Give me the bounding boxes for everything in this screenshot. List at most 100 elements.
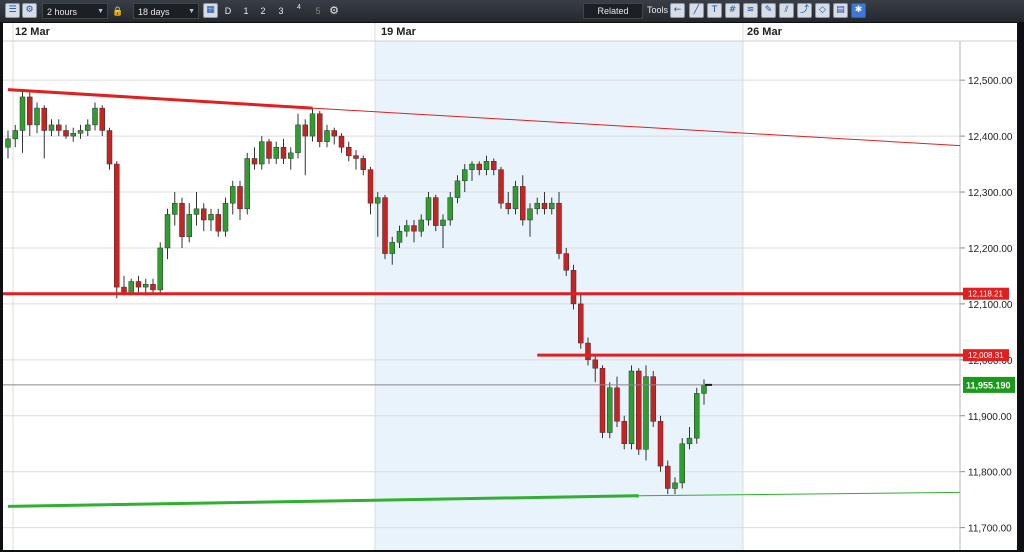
wrench-icon[interactable]: ✱	[851, 3, 866, 18]
candle	[186, 203, 192, 243]
candle	[106, 127, 113, 170]
y-tick-label: 11,800.00	[968, 468, 1012, 479]
gear-icon[interactable]: ⚙	[327, 3, 341, 19]
settings-icon[interactable]: ⚙	[22, 3, 37, 18]
candle	[5, 130, 11, 159]
bullish-candle-body	[404, 225, 410, 232]
bearish-candle-body	[556, 202, 562, 254]
bearish-candle-body	[599, 367, 606, 433]
y-tick-label: 12,300.00	[968, 188, 1013, 199]
lock-icon[interactable]: 🔒	[112, 3, 124, 19]
period-1-button[interactable]: 1	[240, 3, 252, 19]
candle	[48, 119, 55, 137]
bullish-candle-body	[230, 186, 236, 204]
bullish-candle-body	[447, 197, 453, 221]
related-button[interactable]: Related	[583, 3, 643, 19]
bearish-candle-body	[636, 370, 642, 450]
grid-tool-icon[interactable]: #	[725, 3, 740, 18]
bullish-candle-body	[462, 169, 468, 182]
candle	[70, 127, 76, 142]
arrow-left-icon[interactable]: ←	[670, 3, 685, 18]
candle	[367, 166, 374, 215]
candle	[34, 102, 40, 134]
print-icon[interactable]: ▤	[833, 3, 848, 18]
chevron-down-icon: ▼	[97, 8, 104, 15]
bullish-candle-body	[288, 152, 294, 159]
bearish-candle-body	[505, 202, 511, 210]
resistance-trendline[interactable]	[7, 88, 313, 110]
bearish-candle-body	[541, 202, 548, 210]
bearish-candle-body	[215, 214, 221, 232]
bullish-candle-body	[186, 214, 192, 238]
candle	[56, 119, 62, 137]
price-chart[interactable]: 12 Mar 19 Mar 26 Mar 12,500.00 12,400.00…	[2, 22, 1018, 551]
y-tick-label: 12,500.00	[968, 76, 1013, 87]
candle	[498, 166, 504, 209]
period-3-button[interactable]: 3	[275, 3, 287, 19]
line-tool-icon[interactable]: ╱	[689, 3, 704, 18]
bearish-candle-body	[592, 359, 598, 369]
y-tick-label: 12,100.00	[968, 300, 1013, 311]
period-4-button[interactable]: 4	[293, 3, 305, 19]
bearish-candle-body	[201, 208, 207, 221]
candle	[41, 105, 47, 159]
candle	[215, 208, 221, 237]
chart-toolbar: ☰ ⚙ 2 hours ▼ 🔒 18 days ▼ ▦ D 1 2 3 4 5 …	[0, 0, 1024, 23]
candle	[360, 155, 366, 176]
y-tick-label: 11,700.00	[968, 524, 1012, 535]
chart-app: ☰ ⚙ 2 hours ▼ 🔒 18 days ▼ ▦ D 1 2 3 4 5 …	[0, 0, 1024, 552]
bullish-candle-body	[672, 482, 678, 489]
bullish-candle-body	[77, 130, 84, 134]
bearish-candle-body	[114, 163, 120, 288]
text-tool-icon[interactable]: T	[707, 3, 722, 18]
trend-icon[interactable]: ⤴	[797, 3, 812, 18]
candle	[251, 147, 258, 170]
bullish-candle-body	[607, 387, 613, 433]
candle	[694, 387, 700, 444]
bearish-candle-body	[150, 284, 156, 291]
bullish-candle-body	[164, 214, 171, 249]
bullish-candle-body	[534, 202, 540, 210]
bearish-candle-body	[650, 376, 656, 422]
bearish-candle-body	[106, 130, 113, 165]
bullish-candle-body	[679, 443, 685, 484]
bullish-candle-body	[143, 284, 149, 288]
bearish-candle-body	[476, 163, 482, 170]
bearish-candle-body	[621, 421, 627, 444]
bearish-candle-body	[433, 197, 439, 226]
candle	[193, 192, 200, 226]
bullish-candle-body	[295, 124, 301, 154]
candle	[280, 138, 287, 165]
interval-dropdown[interactable]: 2 hours ▼	[42, 3, 108, 19]
bearish-candle-body	[665, 465, 671, 489]
candle	[150, 278, 156, 293]
pencil-icon[interactable]: ✎	[761, 3, 776, 18]
x-axis: 12 Mar 19 Mar 26 Mar	[15, 26, 783, 38]
bullish-candle-body	[549, 202, 555, 210]
bearish-candle-body	[578, 303, 584, 344]
bullish-candle-body	[324, 130, 330, 142]
range-dropdown[interactable]: 18 days ▼	[133, 3, 199, 19]
period-d-button[interactable]: D	[222, 3, 234, 19]
menu-icon[interactable]: ☰	[5, 3, 20, 18]
bullish-candle-body	[157, 247, 163, 291]
bearish-candle-body	[179, 202, 185, 238]
candle	[92, 102, 98, 131]
candle	[179, 197, 185, 248]
bullish-candle-body	[208, 214, 214, 221]
candle	[266, 138, 272, 165]
bearish-candle-body	[614, 387, 620, 422]
period-5-button[interactable]: 5	[312, 3, 324, 19]
chart-canvas: 12 Mar 19 Mar 26 Mar 12,500.00 12,400.00…	[3, 23, 1017, 550]
y-tick-label: 12,200.00	[968, 244, 1013, 255]
candle	[222, 197, 229, 237]
period-2-button[interactable]: 2	[257, 3, 269, 19]
shape-icon[interactable]: ◇	[815, 3, 830, 18]
candle	[19, 91, 26, 153]
candle	[273, 141, 279, 165]
channel-icon[interactable]: ⫽	[779, 3, 794, 18]
candle	[77, 124, 84, 139]
calendar-icon[interactable]: ▦	[203, 3, 218, 18]
fibonacci-icon[interactable]: ≋	[743, 3, 758, 18]
candle	[650, 371, 656, 427]
